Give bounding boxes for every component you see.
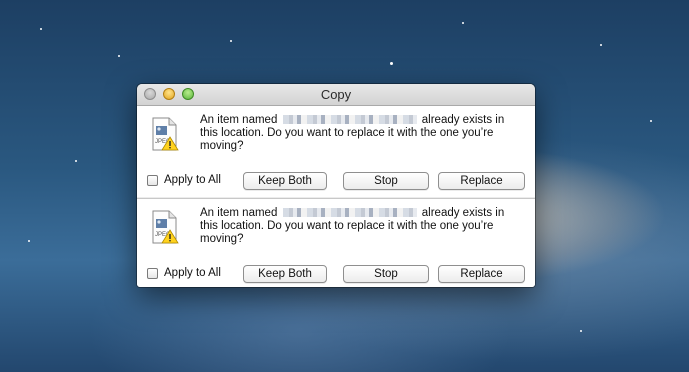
replace-button[interactable]: Replace bbox=[438, 172, 525, 190]
keep-both-button[interactable]: Keep Both bbox=[243, 172, 327, 190]
stop-button[interactable]: Stop bbox=[343, 265, 429, 283]
conflict-message: An item named already exists in this loc… bbox=[200, 114, 525, 153]
replace-button[interactable]: Replace bbox=[438, 265, 525, 283]
star bbox=[230, 40, 232, 42]
window-title: Copy bbox=[320, 87, 352, 102]
stop-button[interactable]: Stop bbox=[343, 172, 429, 190]
star bbox=[75, 160, 77, 162]
star bbox=[118, 55, 120, 57]
conflict-panel: JPEG An item named already exists in thi… bbox=[137, 106, 535, 197]
message-prefix: An item named bbox=[200, 114, 278, 126]
redacted-filename bbox=[282, 208, 417, 218]
conflict-panel: JPEG An item named already exists in thi… bbox=[137, 198, 535, 287]
star bbox=[390, 62, 393, 65]
star bbox=[580, 330, 582, 332]
apply-to-all-label: Apply to All bbox=[164, 267, 221, 279]
star bbox=[650, 120, 652, 122]
apply-to-all-checkbox[interactable] bbox=[147, 268, 158, 279]
star bbox=[40, 28, 42, 30]
redacted-filename bbox=[282, 115, 417, 125]
star bbox=[600, 44, 602, 46]
apply-to-all-label: Apply to All bbox=[164, 174, 221, 186]
star bbox=[28, 240, 30, 242]
jpeg-file-warning-icon: JPEG bbox=[152, 210, 179, 244]
conflict-message: An item named already exists in this loc… bbox=[200, 207, 525, 246]
apply-to-all-checkbox[interactable] bbox=[147, 175, 158, 186]
message-prefix: An item named bbox=[200, 207, 278, 219]
copy-window: Copy JPEG An item named already exists i… bbox=[137, 84, 535, 287]
star bbox=[462, 22, 464, 24]
jpeg-file-warning-icon: JPEG bbox=[152, 117, 179, 151]
keep-both-button[interactable]: Keep Both bbox=[243, 265, 327, 283]
title-bar[interactable]: Copy bbox=[137, 84, 535, 106]
